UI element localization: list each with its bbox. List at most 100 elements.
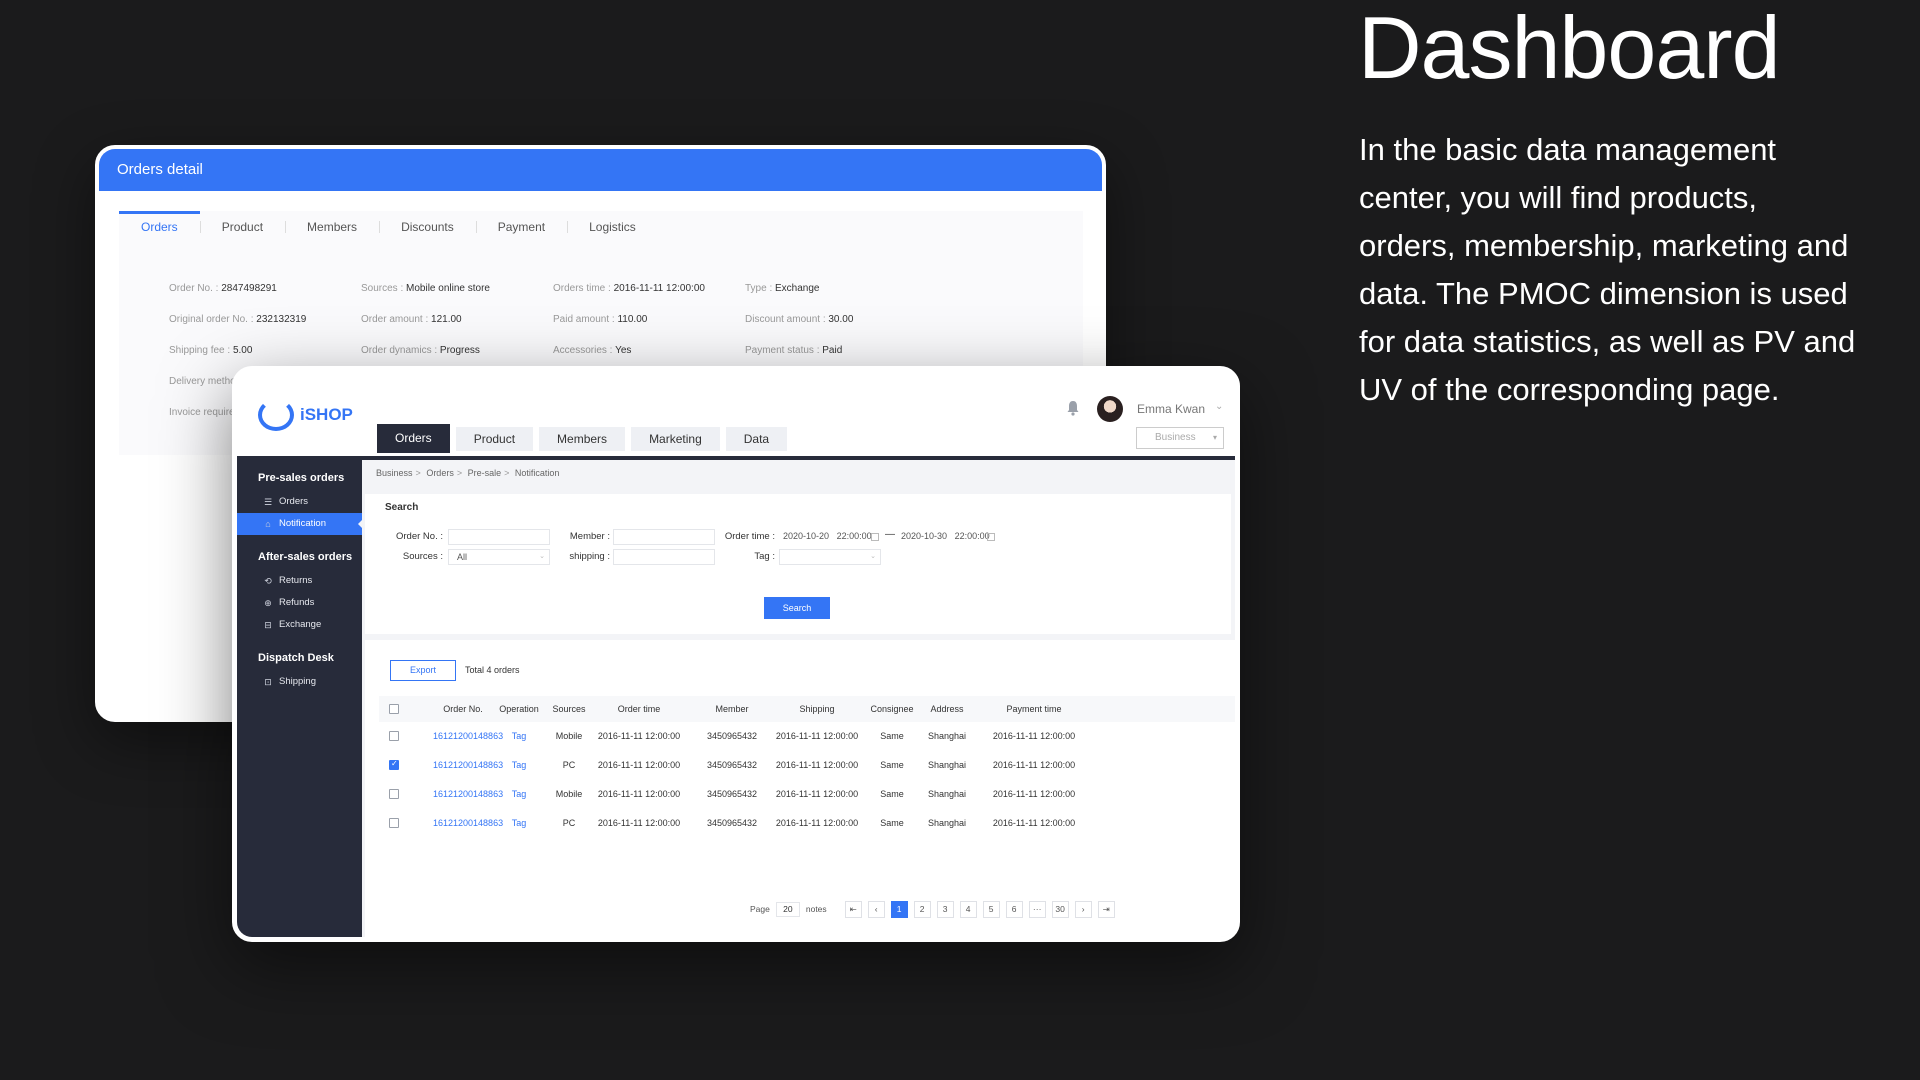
column-header: Shipping [799,704,835,714]
last-page-icon[interactable]: ⇥ [1097,900,1115,918]
business-select[interactable]: Business ▾ [1136,427,1224,449]
date-to-value: 2020-10-30 [901,531,948,541]
detail-tab-logistics[interactable]: Logistics [567,211,658,243]
avatar[interactable] [1097,396,1123,422]
table-cell: Shanghai [927,789,967,799]
main-nav: Orders Product Members Marketing Data [377,424,788,453]
main-content: Business > Orders > Pre-sale > Notification… [362,460,1235,937]
row-checkbox[interactable] [389,731,399,741]
ishop-logo[interactable]: iSHOP [258,399,353,431]
nav-tab-members[interactable]: Members [539,427,626,451]
page-button[interactable]: 4 [959,900,977,918]
tag-label: Tag : [754,551,775,562]
hero-description: In the basic data management center, you… [1359,132,1856,407]
table-cell: 2016-11-11 12:00:00 [775,731,859,741]
bell-icon[interactable] [1066,400,1080,416]
order-no-link[interactable]: 16121200148863 [433,818,503,828]
table-row[interactable]: 16121200148863 Tag Mobile 2016-11-11 12:… [379,780,1235,809]
nav-tab-orders[interactable]: Orders [377,424,450,453]
page-button[interactable]: 5 [982,900,1000,918]
search-button[interactable]: Search [764,597,830,619]
order-no-input[interactable] [448,529,550,545]
nav-tab-marketing[interactable]: Marketing [631,427,720,451]
sidebar-item-returns[interactable]: ⟲ Returns [237,570,362,592]
detail-tab-discounts[interactable]: Discounts [379,211,476,243]
order-no-link[interactable]: 16121200148863 [433,731,503,741]
sidebar-item-orders[interactable]: ☰ Orders [237,491,362,513]
page-button[interactable]: 1 [890,900,908,918]
member-input[interactable] [613,529,715,545]
sidebar-item-shipping[interactable]: ⊡ Shipping [237,671,362,693]
table-cell: 2016-11-11 12:00:00 [597,731,681,741]
first-page-icon[interactable]: ⇤ [844,900,862,918]
table-row[interactable]: 16121200148863 Tag PC 2016-11-11 12:00:0… [379,809,1235,838]
pagination: Page 20 notes ⇤ ‹ 1 2 3 4 5 6 ··· 30 › ⇥ [750,900,1115,918]
order-time-from-input[interactable]: 2020-10-20 22:00:00 [779,529,877,545]
calendar-icon[interactable] [871,533,879,541]
nav-tab-data[interactable]: Data [725,427,788,451]
breadcrumb-item[interactable]: Pre-sale [468,468,502,478]
tag-link[interactable]: Tag [494,731,544,741]
breadcrumb-item[interactable]: Business [376,468,413,478]
detail-field: Type : Exchange [745,283,820,294]
page-button[interactable]: 30 [1051,900,1069,918]
shipping-label: shipping : [569,551,610,562]
chevron-right-icon[interactable]: › [1074,900,1092,918]
row-checkbox[interactable] [389,759,399,770]
orders-table-panel: Export Total 4 orders Order No. Operatio… [365,640,1235,937]
table-cell: 3450965432 [706,789,758,799]
detail-tab-members[interactable]: Members [285,211,379,243]
sources-select-value: All [457,552,468,562]
bell-icon: ⌂ [265,519,271,529]
refund-icon: ⊕ [264,598,272,608]
sidebar-item-notification[interactable]: ⌂ Notification [237,513,363,535]
export-button[interactable]: Export [390,660,456,681]
chevron-left-icon[interactable]: ‹ [867,900,885,918]
breadcrumb-item[interactable]: Orders [426,468,454,478]
nav-tab-product[interactable]: Product [455,427,534,451]
sidebar-group-dispatch: Dispatch Desk [258,652,334,664]
detail-row: Order No. : 2847498291 Sources : Mobile … [169,283,989,314]
sidebar-item-label: Returns [279,575,313,586]
column-header: Address [930,704,964,714]
order-time-to-input[interactable]: 2020-10-30 22:00:00 [897,529,995,545]
sidebar-item-label: Refunds [279,597,315,608]
order-no-link[interactable]: 16121200148863 [433,760,503,770]
list-icon: ☰ [263,497,273,507]
tag-select[interactable]: ⌄ [779,549,881,565]
detail-tab-payment[interactable]: Payment [475,211,567,243]
page-size-input[interactable]: 20 [775,901,800,917]
order-no-link[interactable]: 16121200148863 [433,789,503,799]
select-all-checkbox[interactable] [389,704,399,714]
table-cell: 2016-11-11 12:00:00 [775,818,859,828]
sidebar-item-label: Notification [279,518,326,529]
table-cell: 3450965432 [706,760,758,770]
table-row[interactable]: 16121200148863 Tag PC 2016-11-11 12:00:0… [379,751,1235,780]
column-header: Operation [499,704,539,714]
box-icon: ⊡ [264,677,272,687]
user-name[interactable]: Emma Kwan [1137,402,1205,416]
table-row[interactable]: 16121200148863 Tag Mobile 2016-11-11 12:… [379,722,1235,751]
page-button[interactable]: 3 [936,900,954,918]
column-header: Sources [552,704,586,714]
detail-field: Order amount : 121.00 [361,314,462,325]
page-button[interactable]: 2 [913,900,931,918]
table-cell: Shanghai [927,731,967,741]
detail-tab-product[interactable]: Product [199,211,285,243]
shipping-input[interactable] [613,549,715,565]
tag-link[interactable]: Tag [494,818,544,828]
sidebar-item-refunds[interactable]: ⊕ Refunds [237,592,362,614]
row-checkbox[interactable] [389,818,399,828]
page-button[interactable]: 6 [1005,900,1023,918]
business-select-value: Business [1155,432,1196,443]
detail-tab-orders[interactable]: Orders [119,211,200,243]
order-time-label: Order time : [724,531,775,542]
chevron-down-icon[interactable]: ⌄ [1215,401,1223,412]
row-checkbox[interactable] [389,789,399,799]
sidebar-item-exchange[interactable]: ⊟ Exchange [237,614,362,636]
calendar-icon[interactable] [987,533,995,541]
tag-link[interactable]: Tag [494,789,544,799]
tag-link[interactable]: Tag [494,760,544,770]
sources-select[interactable]: All ⌄ [448,549,550,565]
sidebar-group-pre-sales: Pre-sales orders [258,472,345,484]
